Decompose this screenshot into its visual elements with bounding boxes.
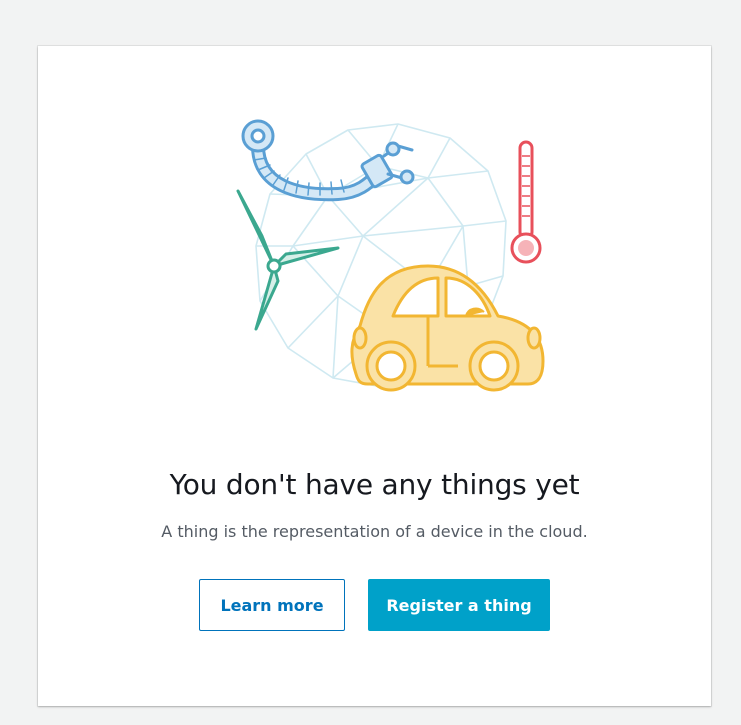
empty-state-card: You don't have any things yet A thing is… bbox=[38, 46, 711, 706]
empty-state-subtitle: A thing is the representation of a devic… bbox=[161, 522, 588, 541]
car-icon bbox=[350, 264, 545, 392]
illustration bbox=[188, 116, 568, 416]
empty-state-title: You don't have any things yet bbox=[169, 468, 580, 501]
learn-more-button[interactable]: Learn more bbox=[199, 579, 345, 631]
thermometer-icon bbox=[510, 140, 542, 264]
robot-arm-icon bbox=[241, 119, 415, 202]
wind-turbine-icon bbox=[236, 189, 340, 331]
register-thing-button[interactable]: Register a thing bbox=[368, 579, 550, 631]
